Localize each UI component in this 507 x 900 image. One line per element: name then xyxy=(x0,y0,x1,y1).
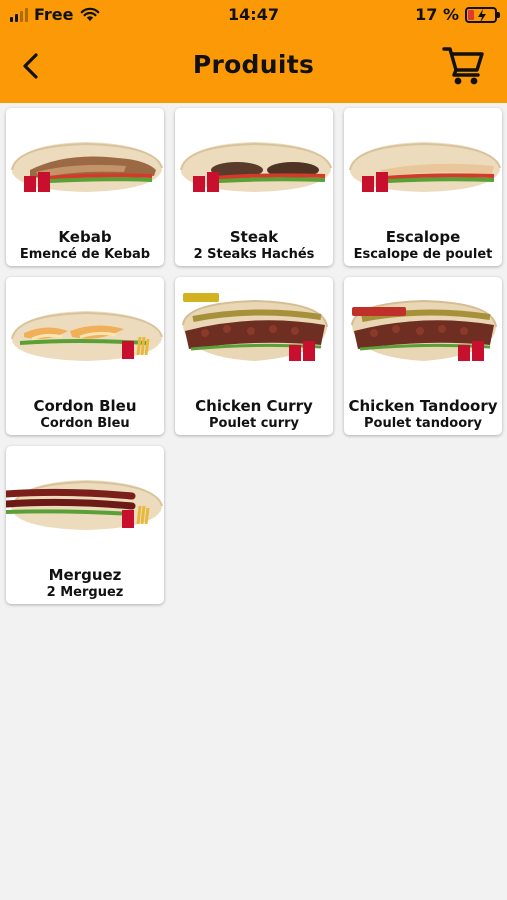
product-image xyxy=(180,142,332,192)
product-thumbnail xyxy=(6,114,164,210)
product-image xyxy=(351,299,497,361)
product-description: Emencé de Kebab xyxy=(19,247,151,262)
product-name: Escalope xyxy=(385,228,461,246)
status-bar: Free 14:47 17 % xyxy=(0,0,507,30)
product-description: Poulet curry xyxy=(209,416,299,431)
product-thumbnail xyxy=(6,283,164,379)
product-card[interactable]: Chicken Curry Poulet curry xyxy=(175,277,333,435)
product-name: Kebab xyxy=(58,228,112,246)
product-image xyxy=(11,142,163,192)
product-description: Escalope de poulet xyxy=(353,247,493,262)
product-description: 2 Steaks Hachés xyxy=(193,247,315,262)
product-description: 2 Merguez xyxy=(46,585,124,600)
product-card[interactable]: Escalope Escalope de poulet xyxy=(344,108,502,266)
product-image xyxy=(182,293,328,361)
product-card[interactable]: Chicken Tandoory Poulet tandoory xyxy=(344,277,502,435)
product-image xyxy=(6,480,163,530)
product-card[interactable]: Kebab Emencé de Kebab xyxy=(6,108,164,266)
product-thumbnail xyxy=(344,283,502,379)
top-bar: Free 14:47 17 % Produits xyxy=(0,0,507,103)
product-name: Cordon Bleu xyxy=(33,397,137,415)
product-image xyxy=(11,311,163,361)
product-description: Poulet tandoory xyxy=(363,416,483,431)
product-card[interactable]: Merguez 2 Merguez xyxy=(6,446,164,604)
product-description: Cordon Bleu xyxy=(40,416,130,431)
shopping-cart-icon xyxy=(442,47,484,85)
product-name: Steak xyxy=(229,228,279,246)
cart-button[interactable] xyxy=(441,42,485,86)
product-name: Merguez xyxy=(48,566,122,584)
product-name: Chicken Tandoory xyxy=(348,397,498,415)
product-thumbnail xyxy=(344,114,502,210)
nav-bar: Produits xyxy=(0,30,507,103)
battery-icon xyxy=(465,6,500,23)
page-title: Produits xyxy=(192,50,315,79)
product-name: Chicken Curry xyxy=(195,397,313,415)
product-card[interactable]: Steak 2 Steaks Hachés xyxy=(175,108,333,266)
product-thumbnail xyxy=(175,283,333,379)
battery-percent: 17 % xyxy=(415,5,459,24)
product-image xyxy=(349,142,501,192)
product-card[interactable]: Cordon Bleu Cordon Bleu xyxy=(6,277,164,435)
product-thumbnail xyxy=(6,452,164,548)
product-thumbnail xyxy=(175,114,333,210)
